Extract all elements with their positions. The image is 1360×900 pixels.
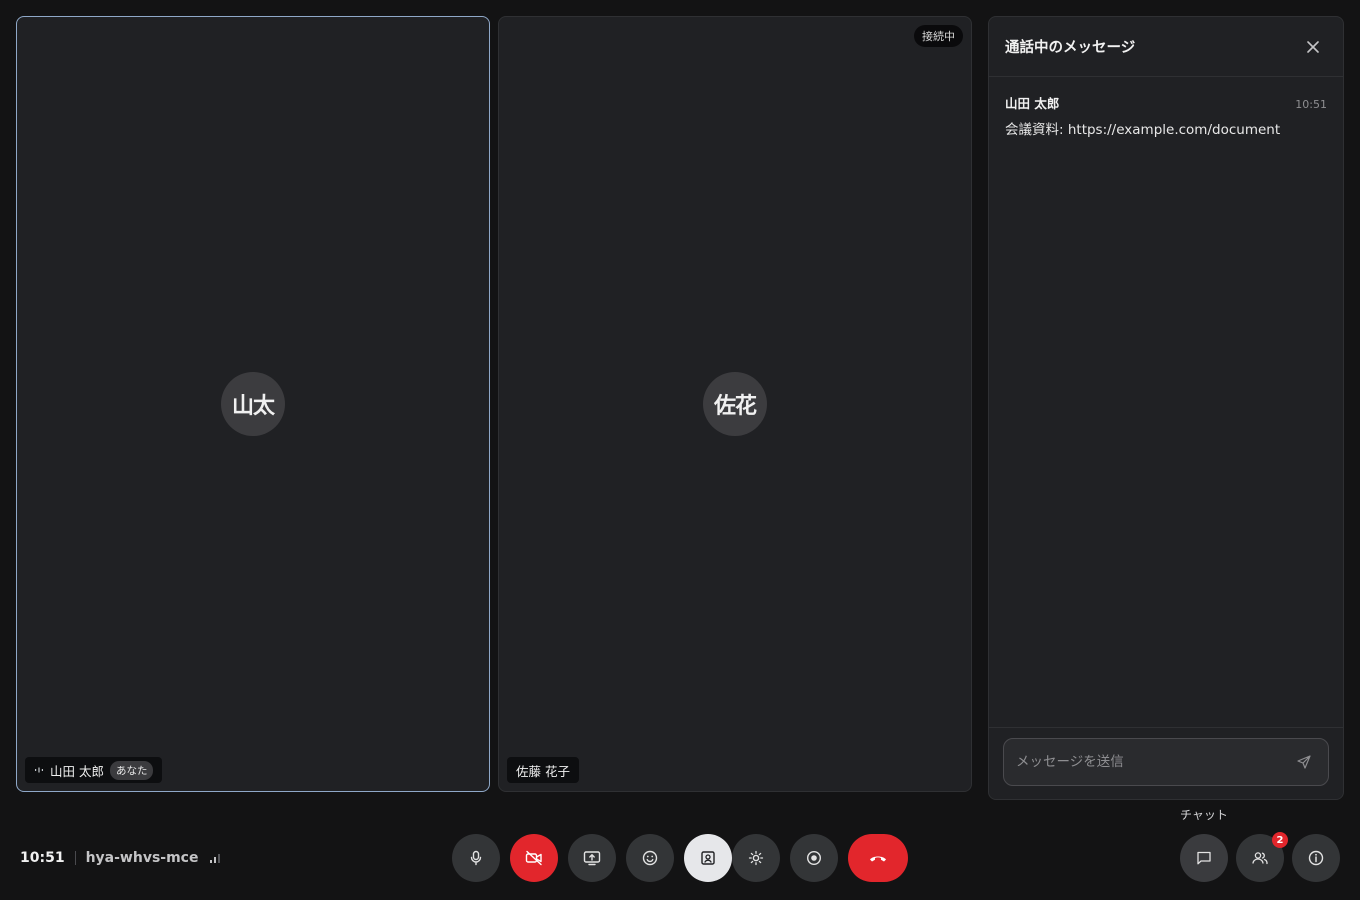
chat-footer (989, 727, 1343, 799)
chat-panel: 通話中のメッセージ 山田 太郎 10:51 会議資料: https://exam… (988, 16, 1344, 800)
self-name-tag: 山田 太郎 あなた (25, 757, 163, 783)
audio-level-icon (34, 763, 44, 778)
meeting-stage: 山太 山田 太郎 あなた 接続中 佐花 佐藤 花子 通話中のメッセージ 山田 太… (0, 0, 1360, 900)
meeting-clock: 10:51 (20, 850, 65, 866)
record-button[interactable] (790, 834, 838, 882)
meeting-details-button[interactable] (1292, 834, 1340, 882)
people-icon (1252, 852, 1268, 865)
emoji-icon (642, 850, 658, 866)
portrait-frame-icon (701, 851, 715, 865)
chat-button[interactable] (1180, 834, 1228, 882)
present-screen-icon (583, 851, 601, 866)
mic-button[interactable] (452, 834, 500, 882)
self-avatar: 山太 (221, 372, 285, 436)
leave-call-button[interactable] (848, 834, 908, 882)
record-icon (806, 850, 822, 866)
chat-header: 通話中のメッセージ (989, 17, 1343, 77)
chat-message-input[interactable] (1016, 754, 1294, 770)
microphone-icon (470, 850, 482, 866)
info-icon (1308, 850, 1324, 866)
chat-input-container (1003, 738, 1329, 786)
connection-status-badge: 接続中 (914, 25, 963, 47)
present-screen-button[interactable] (568, 834, 616, 882)
people-count-badge: 2 (1272, 832, 1288, 848)
camera-toggle-button[interactable] (510, 834, 558, 882)
signal-strength-icon (210, 853, 221, 863)
reactions-button[interactable] (626, 834, 674, 882)
video-off-icon (525, 850, 542, 866)
self-video-tile[interactable]: 山太 山田 太郎 あなた (16, 16, 490, 792)
participant-name: 佐藤 花子 (516, 763, 570, 779)
you-badge: あなた (109, 760, 154, 780)
meeting-info: 10:51 hya-whvs-mce (20, 848, 221, 868)
chat-message: 山田 太郎 10:51 会議資料: https://example.com/do… (989, 77, 1343, 138)
message-time: 10:51 (1295, 98, 1327, 111)
send-icon[interactable] (1294, 752, 1314, 772)
participant-name-tag: 佐藤 花子 (507, 757, 579, 783)
hang-up-icon (870, 856, 886, 862)
participant-video-tile[interactable]: 接続中 佐花 佐藤 花子 (498, 16, 972, 792)
chat-icon (1197, 851, 1211, 865)
divider (74, 851, 76, 865)
self-name: 山田 太郎 (50, 763, 104, 779)
effects-icon (748, 850, 764, 866)
chat-title: 通話中のメッセージ (1005, 40, 1136, 56)
portrait-frame-button[interactable] (684, 834, 732, 882)
close-icon[interactable] (1299, 33, 1327, 61)
effects-button[interactable] (732, 834, 780, 882)
chat-tooltip: チャット (1180, 808, 1228, 822)
people-button[interactable]: 2 (1236, 832, 1288, 882)
message-text: 会議資料: https://example.com/document (1005, 122, 1281, 138)
participant-avatar: 佐花 (703, 372, 767, 436)
message-author: 山田 太郎 (1005, 96, 1060, 111)
meeting-code: hya-whvs-mce (85, 850, 199, 866)
